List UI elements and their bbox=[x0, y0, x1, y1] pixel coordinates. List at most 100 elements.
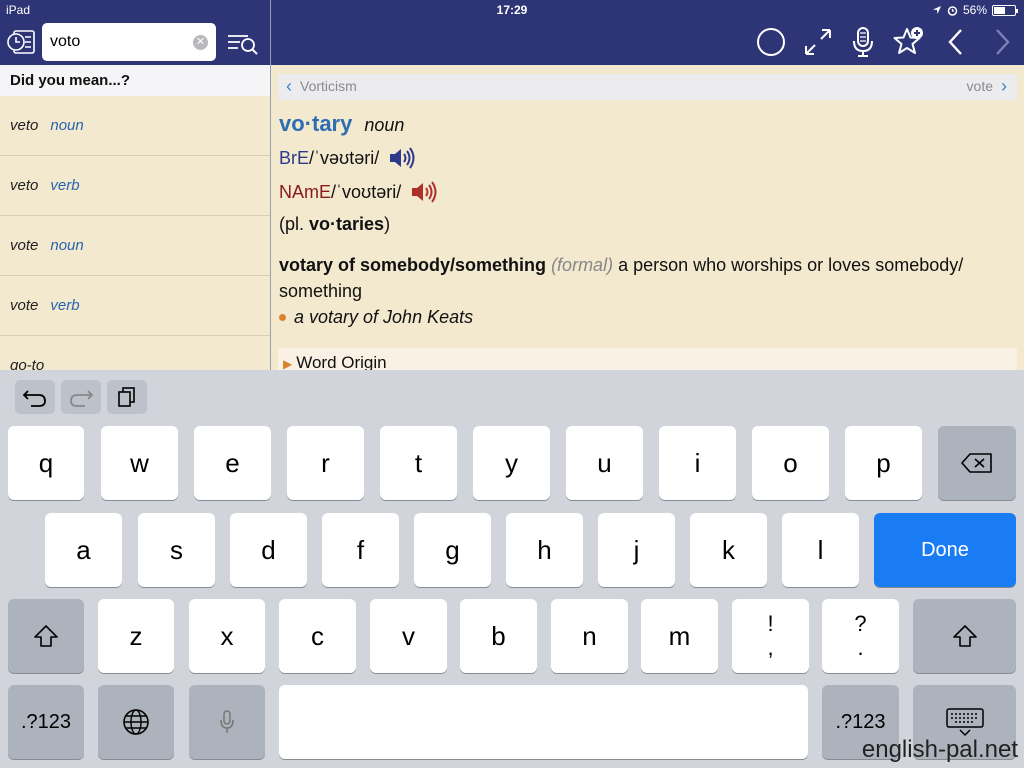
suggestion-word: veto bbox=[10, 177, 39, 194]
on-screen-keyboard: q w e r t y u i o p a s d f g h j k l Do… bbox=[0, 370, 1024, 768]
bullet-icon bbox=[279, 313, 286, 321]
key-g[interactable]: g bbox=[414, 513, 491, 587]
key-y[interactable]: y bbox=[473, 426, 550, 500]
space-key[interactable] bbox=[279, 685, 808, 759]
suggestion-pos: noun bbox=[50, 237, 84, 254]
search-toolbar: ✕ bbox=[0, 20, 270, 65]
plural-suffix: ) bbox=[384, 214, 391, 234]
numbers-key-left[interactable]: .?123 bbox=[8, 685, 84, 759]
key-d[interactable]: d bbox=[230, 513, 307, 587]
key-bottom-char: . bbox=[857, 635, 864, 660]
microphone-icon bbox=[220, 710, 234, 733]
expand-triangle-icon: ▶ bbox=[283, 357, 293, 370]
expand-icon[interactable] bbox=[801, 25, 835, 59]
previous-entry-link[interactable]: ‹ Vorticism bbox=[286, 76, 357, 96]
key-n[interactable]: n bbox=[551, 599, 628, 673]
search-input[interactable] bbox=[50, 31, 190, 53]
suggestion-item[interactable]: veto noun bbox=[0, 96, 270, 156]
key-v[interactable]: v bbox=[370, 599, 447, 673]
example: a votary of John Keats bbox=[279, 304, 1014, 330]
backspace-icon bbox=[961, 453, 992, 473]
watermark: english-pal.net bbox=[861, 736, 1018, 763]
british-audio-speaker-icon[interactable] bbox=[387, 145, 415, 171]
done-key[interactable]: Done bbox=[874, 513, 1016, 587]
add-favorite-star-icon[interactable] bbox=[892, 25, 926, 59]
battery-percent: 56% bbox=[962, 3, 987, 17]
key-top-char: ! bbox=[767, 611, 774, 636]
key-c[interactable]: c bbox=[279, 599, 356, 673]
key-h[interactable]: h bbox=[506, 513, 583, 587]
plural-prefix: (pl. bbox=[279, 214, 310, 234]
undo-icon[interactable] bbox=[15, 380, 55, 414]
key-question-period[interactable]: ?. bbox=[822, 599, 899, 673]
key-u[interactable]: u bbox=[566, 426, 643, 500]
status-right: 56% bbox=[932, 3, 1018, 17]
key-m[interactable]: m bbox=[641, 599, 718, 673]
previous-entry-label: Vorticism bbox=[300, 78, 357, 94]
entry-panel: ‹ Vorticism vote › vo·tary noun BrE /ˈvə… bbox=[271, 65, 1024, 370]
location-icon bbox=[932, 6, 941, 14]
paste-icon[interactable] bbox=[107, 380, 147, 414]
key-l[interactable]: l bbox=[782, 513, 859, 587]
circle-icon[interactable] bbox=[754, 25, 788, 59]
key-r[interactable]: r bbox=[287, 426, 364, 500]
key-e[interactable]: e bbox=[194, 426, 271, 500]
key-s[interactable]: s bbox=[138, 513, 215, 587]
globe-icon bbox=[123, 709, 149, 735]
american-audio-speaker-icon[interactable] bbox=[409, 179, 437, 205]
headword: vo·tary bbox=[279, 111, 353, 136]
next-entry-link[interactable]: vote › bbox=[966, 77, 1007, 95]
globe-key[interactable] bbox=[98, 685, 174, 759]
history-icon[interactable] bbox=[6, 28, 36, 56]
plural-form-line: (pl. vo·taries) bbox=[279, 214, 1014, 235]
full-text-search-icon[interactable] bbox=[226, 31, 260, 55]
key-q[interactable]: q bbox=[8, 426, 84, 500]
sense: votary of somebody/something (formal) a … bbox=[279, 252, 1014, 330]
key-w[interactable]: w bbox=[101, 426, 178, 500]
redo-icon[interactable] bbox=[61, 380, 101, 414]
name-label: NAmE bbox=[279, 181, 332, 202]
key-bottom-char: , bbox=[767, 635, 774, 660]
key-a[interactable]: a bbox=[45, 513, 122, 587]
key-o[interactable]: o bbox=[752, 426, 829, 500]
key-x[interactable]: x bbox=[189, 599, 265, 673]
word-origin-label: Word Origin bbox=[296, 353, 387, 370]
sense-phrase: votary of somebody/something bbox=[279, 255, 547, 275]
clear-search-icon[interactable]: ✕ bbox=[193, 35, 208, 50]
register-label: (formal) bbox=[551, 255, 614, 275]
suggestion-pos: verb bbox=[50, 297, 80, 314]
search-field[interactable]: ✕ bbox=[42, 23, 216, 61]
keyboard-dismiss-icon bbox=[945, 708, 984, 737]
left-shift-key[interactable] bbox=[8, 599, 84, 673]
top-bar: iPad 17:29 56% ✕ bbox=[0, 0, 1024, 65]
microphone-icon[interactable] bbox=[846, 25, 880, 59]
suggestion-word: go-to bbox=[10, 357, 45, 370]
right-shift-key[interactable] bbox=[913, 599, 1016, 673]
back-chevron-icon[interactable] bbox=[940, 25, 974, 59]
suggestion-item[interactable]: vote verb bbox=[0, 276, 270, 336]
key-p[interactable]: p bbox=[845, 426, 922, 500]
word-origin-section[interactable]: ▶ Word Origin bbox=[278, 348, 1017, 370]
key-exclamation-comma[interactable]: !, bbox=[732, 599, 809, 673]
key-b[interactable]: b bbox=[460, 599, 537, 673]
dictionary-entry: vo·tary noun BrE /ˈvəʊtəri/ NAmE /ˈvoʊtə… bbox=[279, 111, 1014, 330]
suggestion-item[interactable]: go-to bbox=[0, 336, 270, 370]
name-ipa: /ˈvoʊtəri/ bbox=[331, 181, 402, 202]
bre-label: BrE bbox=[279, 147, 310, 168]
shift-icon bbox=[952, 625, 977, 647]
key-f[interactable]: f bbox=[322, 513, 399, 587]
chevron-left-icon: ‹ bbox=[286, 76, 292, 96]
suggestion-item[interactable]: veto verb bbox=[0, 156, 270, 216]
key-t[interactable]: t bbox=[380, 426, 457, 500]
suggestion-item[interactable]: vote noun bbox=[0, 216, 270, 276]
backspace-key[interactable] bbox=[938, 426, 1016, 500]
dictation-key[interactable] bbox=[189, 685, 265, 759]
suggestion-pos: verb bbox=[50, 177, 80, 194]
forward-chevron-icon[interactable] bbox=[984, 25, 1018, 59]
suggestion-word: vote bbox=[10, 297, 39, 314]
key-z[interactable]: z bbox=[98, 599, 174, 673]
key-i[interactable]: i bbox=[659, 426, 736, 500]
key-k[interactable]: k bbox=[690, 513, 767, 587]
next-entry-label: vote bbox=[966, 78, 993, 94]
key-j[interactable]: j bbox=[598, 513, 675, 587]
